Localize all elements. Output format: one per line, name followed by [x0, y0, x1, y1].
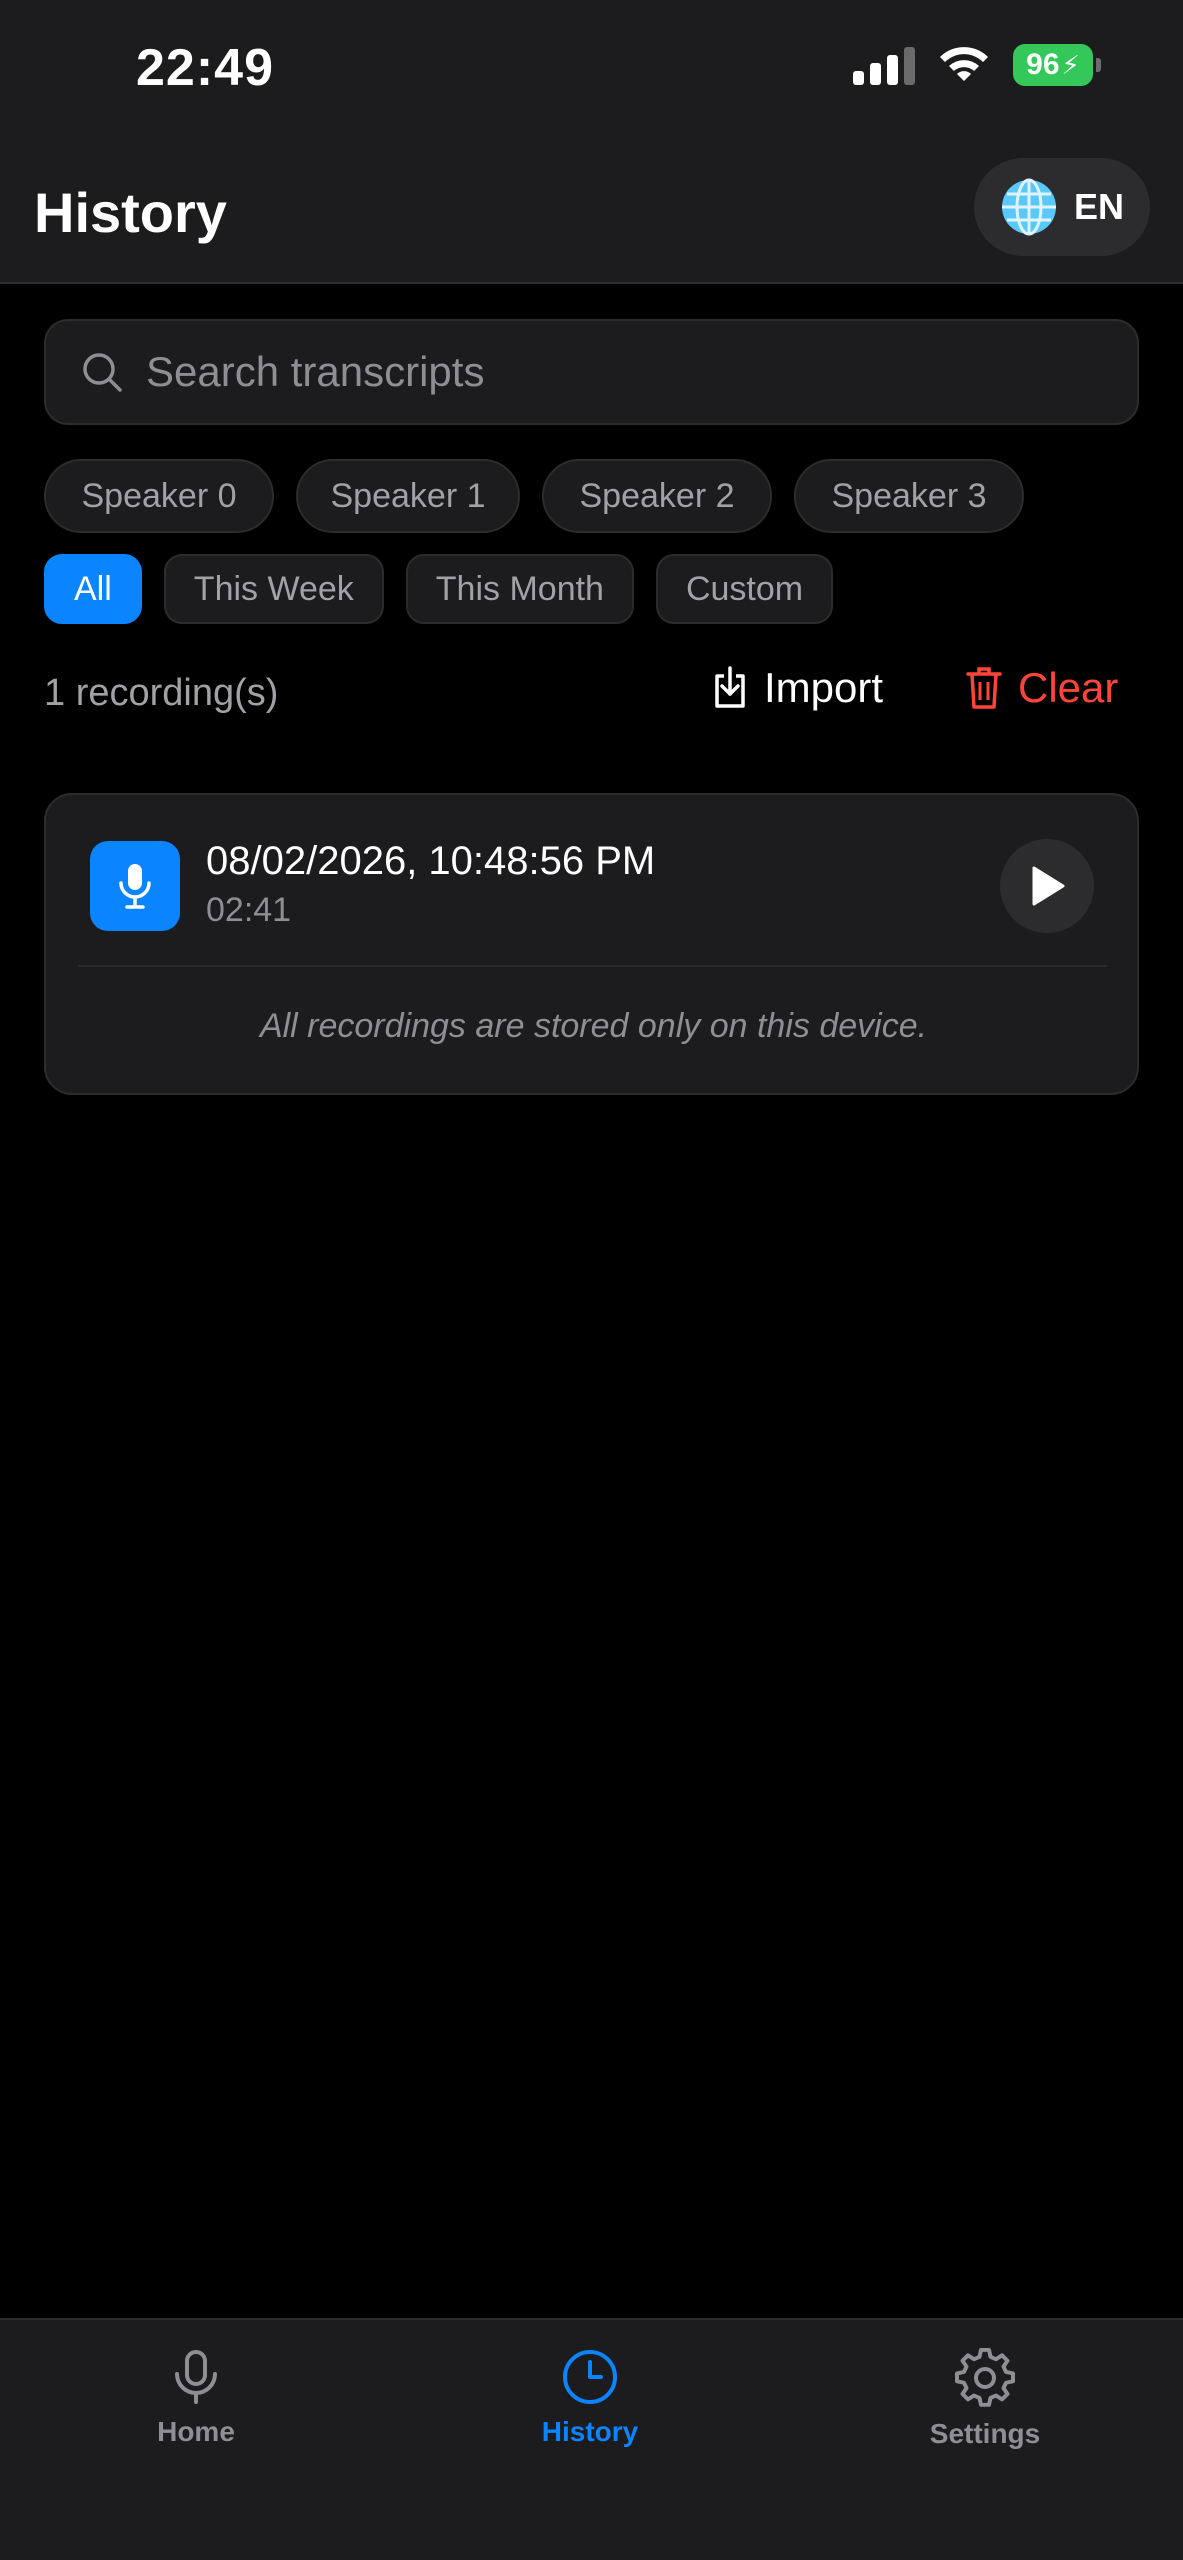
date-filter-this-week[interactable]: This Week	[163, 554, 384, 624]
search-input[interactable]	[146, 348, 1137, 396]
battery-indicator: 96 ⚡	[1013, 44, 1101, 86]
language-button[interactable]: EN	[974, 158, 1150, 256]
date-filter-row: All This Week This Month Custom	[44, 554, 834, 624]
top-bar: 22:49 96 ⚡ History EN	[0, 0, 1183, 284]
globe-icon	[1001, 178, 1056, 236]
date-filter-custom[interactable]: Custom	[655, 554, 834, 624]
tab-settings-label: Settings	[929, 2418, 1041, 2449]
tab-settings[interactable]: Settings	[865, 2348, 1105, 2450]
play-button[interactable]	[1000, 839, 1094, 933]
clear-label: Clear	[1018, 664, 1119, 711]
recording-card[interactable]: 08/02/2026, 10:48:56 PM 02:41 All record…	[44, 793, 1139, 1095]
cellular-signal-icon	[853, 45, 915, 85]
date-filter-all[interactable]: All	[44, 554, 142, 624]
tab-bar: Home History Settings	[0, 2318, 1183, 2560]
recording-duration: 02:41	[206, 891, 292, 929]
wifi-icon	[940, 47, 988, 81]
card-divider	[78, 965, 1107, 967]
speaker-chip-0[interactable]: Speaker 0	[44, 459, 274, 533]
clear-button[interactable]: Clear	[966, 664, 1118, 712]
import-label: Import	[764, 664, 884, 711]
speaker-chip-1[interactable]: Speaker 1	[296, 459, 520, 533]
clock-icon	[563, 2350, 617, 2404]
storage-notice: All recordings are stored only on this d…	[259, 1007, 928, 1045]
gear-icon	[955, 2348, 1015, 2407]
page-title: History	[34, 181, 227, 244]
search-bar[interactable]	[44, 319, 1139, 425]
search-icon	[83, 353, 122, 392]
import-button[interactable]: Import	[712, 664, 883, 712]
status-time: 22:49	[136, 39, 274, 97]
speaker-chip-2[interactable]: Speaker 2	[542, 459, 772, 533]
tab-home-label: Home	[157, 2416, 235, 2447]
charging-bolt-icon: ⚡	[1061, 49, 1080, 80]
language-code: EN	[1073, 186, 1124, 227]
status-icons: 96 ⚡	[853, 44, 1101, 86]
microphone-icon	[175, 2350, 217, 2404]
tab-home[interactable]: Home	[76, 2348, 316, 2448]
play-icon	[1032, 866, 1065, 906]
tab-history[interactable]: History	[470, 2348, 710, 2448]
date-filter-this-month[interactable]: This Month	[405, 554, 634, 624]
battery-level: 96	[1026, 48, 1060, 81]
history-screen: 22:49 96 ⚡ History EN Search transcripts…	[0, 0, 1183, 2560]
recording-type-badge	[90, 841, 180, 931]
microphone-icon	[119, 864, 151, 909]
speaker-filter-row: Speaker 0 Speaker 1 Speaker 2 Speaker 3	[44, 459, 1024, 533]
import-icon	[715, 666, 745, 708]
trash-icon	[966, 667, 1002, 709]
recording-count: 1 recording(s)	[44, 672, 279, 714]
recording-datetime: 08/02/2026, 10:48:56 PM	[206, 839, 656, 883]
tab-history-label: History	[541, 2416, 639, 2447]
speaker-chip-3[interactable]: Speaker 3	[794, 459, 1024, 533]
